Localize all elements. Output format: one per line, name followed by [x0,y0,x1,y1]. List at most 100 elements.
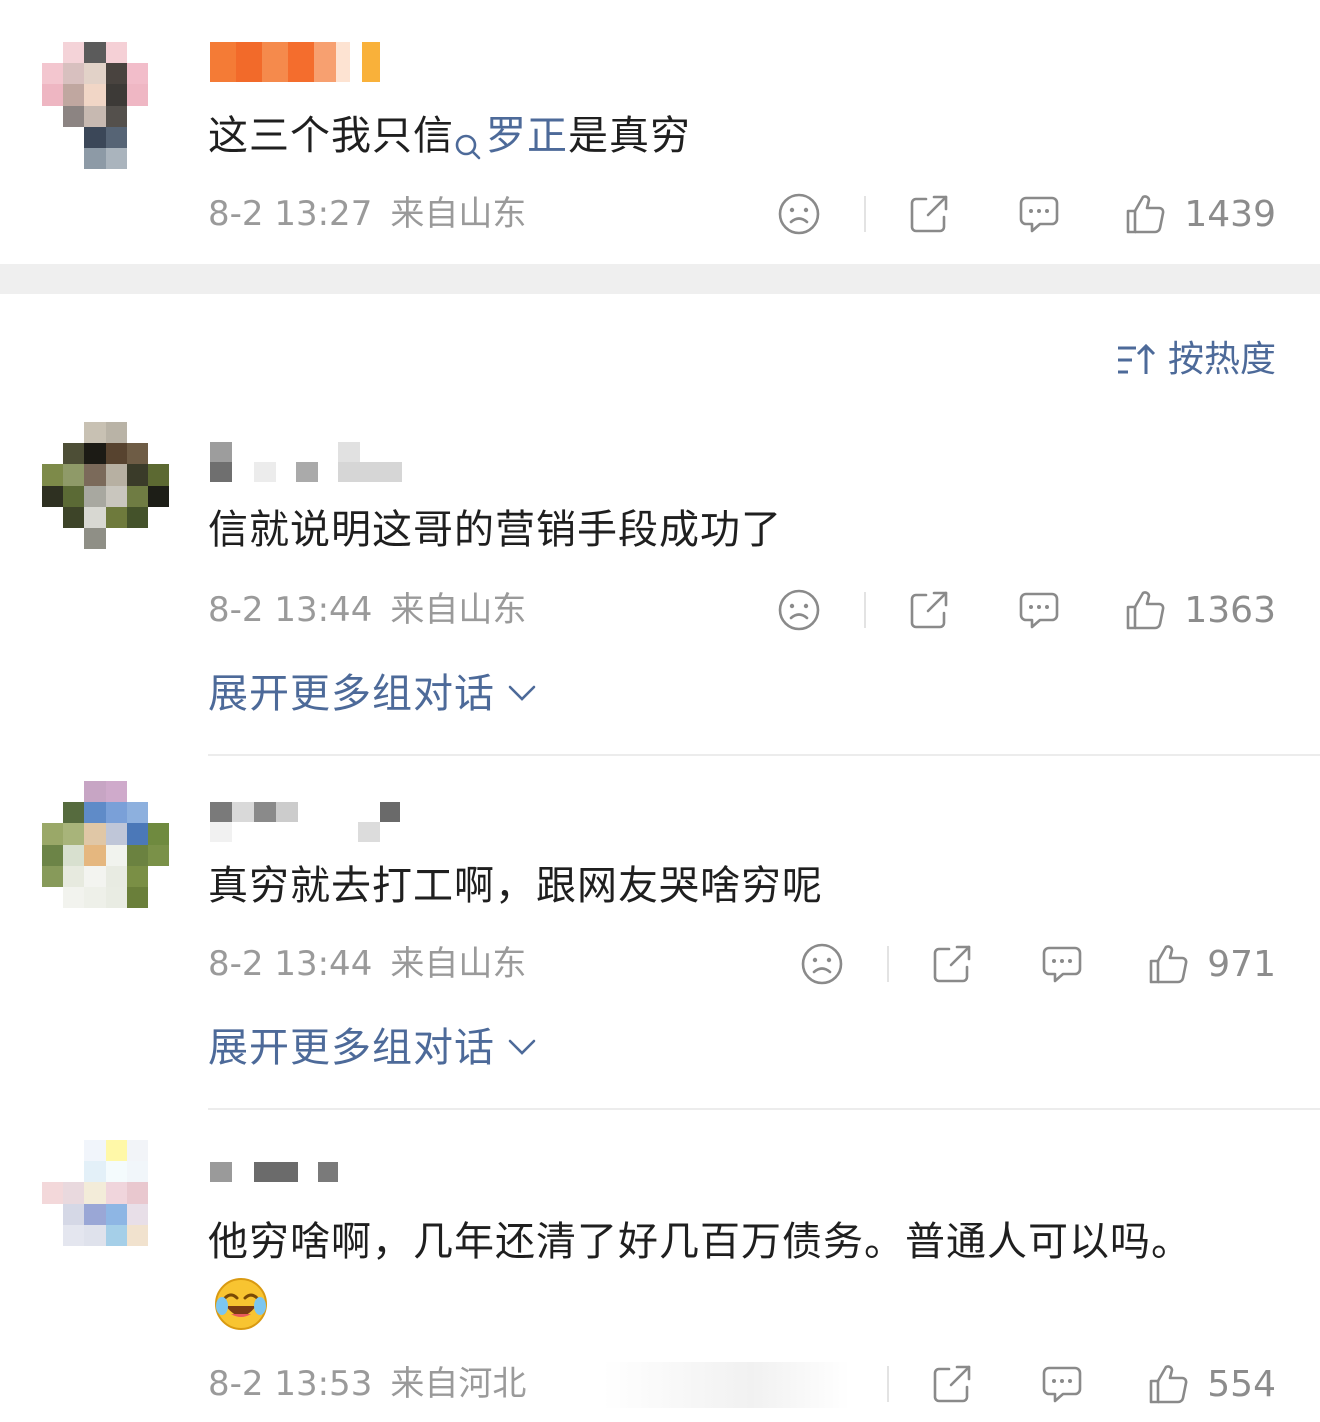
like-icon[interactable] [1145,941,1191,987]
mention-link[interactable]: 罗正 [454,113,568,160]
avatar-pixel [42,63,64,85]
avatar-pixel [42,464,64,486]
share-icon[interactable] [906,587,952,633]
avatar-pixel [126,485,148,507]
avatar[interactable] [42,42,169,169]
avatar-pixel [126,84,148,106]
location: 来自山东 [390,944,527,984]
avatar-pixel [63,443,85,465]
avatar-pixel [105,506,127,528]
avatar-pixel [126,42,148,64]
avatar[interactable] [42,422,169,549]
username-redacted[interactable] [210,42,390,82]
chevron-down-icon [508,1039,536,1055]
divider [864,592,867,628]
comment-text: 信就说明这哥的营销手段成功了 [208,507,782,553]
avatar-pixel [84,63,106,85]
avatar-pixel [105,105,127,127]
share-icon[interactable] [929,1361,975,1407]
like-icon[interactable] [1122,191,1168,237]
avatar-pixel [148,148,169,169]
divider [887,1366,890,1402]
comment-text: 这三个我只信 罗正是真穷 [208,113,691,160]
search-icon [454,120,482,160]
avatar-pixel [42,1203,64,1225]
comment-divider [208,1108,1320,1110]
like-count: 554 [1207,1363,1276,1405]
avatar-pixel [126,105,148,127]
username-redacted[interactable] [210,1162,370,1202]
divider [864,196,867,232]
comment-icon[interactable] [1039,1361,1085,1407]
avatar-pixel [126,528,148,549]
comment-text: 他穷啥啊，几年还清了好几百万债务。普通人可以吗。 [208,1219,1192,1265]
avatar-pixel [42,844,64,866]
avatar-pixel [84,1203,106,1225]
avatar-pixel [84,1246,106,1267]
avatar-pixel [148,1246,169,1267]
avatar-pixel [148,1182,169,1204]
avatar-pixel [63,485,85,507]
avatar[interactable] [42,1140,169,1267]
avatar-pixel [105,422,127,444]
share-icon[interactable] [929,941,975,987]
sort-button[interactable]: 按热度 [1116,336,1276,384]
avatar-pixel [105,1224,127,1246]
avatar-pixel [105,887,127,908]
avatar-pixel [126,887,148,908]
expand-replies-link[interactable]: 展开更多组对话 [208,1020,537,1076]
avatar-pixel [63,506,85,528]
avatar-pixel [63,802,85,824]
expand-replies-link[interactable]: 展开更多组对话 [208,666,537,722]
avatar-pixel [126,1224,148,1246]
avatar-pixel [42,1140,64,1162]
avatar-pixel [42,84,64,106]
avatar-pixel [148,1161,169,1183]
sad-face-icon[interactable] [776,191,822,237]
avatar-pixel [126,844,148,866]
avatar-pixel [42,887,64,908]
avatar-pixel [105,63,127,85]
comment-meta: 8-2 13:44 来自山东 [208,588,526,632]
avatar[interactable] [42,781,169,908]
avatar-pixel [148,443,169,465]
timestamp: 8-2 13:44 [208,590,373,630]
avatar-pixel [105,1140,127,1162]
timestamp: 8-2 13:53 [208,1364,373,1404]
avatar-pixel [84,1161,106,1183]
avatar-pixel [105,1203,127,1225]
avatar-pixel [105,443,127,465]
sad-face-icon[interactable] [799,941,845,987]
sort-icon [1117,343,1156,374]
username-redacted[interactable] [210,802,410,842]
avatar-pixel [42,443,64,465]
avatar-pixel [126,781,148,803]
comment-text: 真穷就去打工啊，跟网友哭啥穷呢 [208,863,823,909]
like-icon[interactable] [1145,1361,1191,1407]
avatar-pixel [84,823,106,845]
avatar-pixel [63,42,85,64]
avatar-pixel [148,105,169,127]
avatar-pixel [126,1203,148,1225]
username-redacted[interactable] [210,442,410,482]
avatar-pixel [148,485,169,507]
avatar-pixel [42,781,64,803]
avatar-pixel [105,823,127,845]
action-bar: 554 [845,1358,1276,1410]
avatar-pixel [84,126,106,148]
timestamp: 8-2 13:27 [208,194,373,234]
sort-label: 按热度 [1167,339,1276,380]
avatar-pixel [126,1246,148,1267]
avatar-pixel [84,485,106,507]
avatar-pixel [105,1246,127,1267]
comment-icon[interactable] [1016,587,1062,633]
share-icon[interactable] [906,191,952,237]
avatar-pixel [84,422,106,444]
avatar-pixel [105,802,127,824]
comment-icon[interactable] [1039,941,1085,987]
comment-icon[interactable] [1016,191,1062,237]
avatar-pixel [105,126,127,148]
avatar-pixel [105,844,127,866]
like-icon[interactable] [1122,587,1168,633]
sad-face-icon[interactable] [776,587,822,633]
